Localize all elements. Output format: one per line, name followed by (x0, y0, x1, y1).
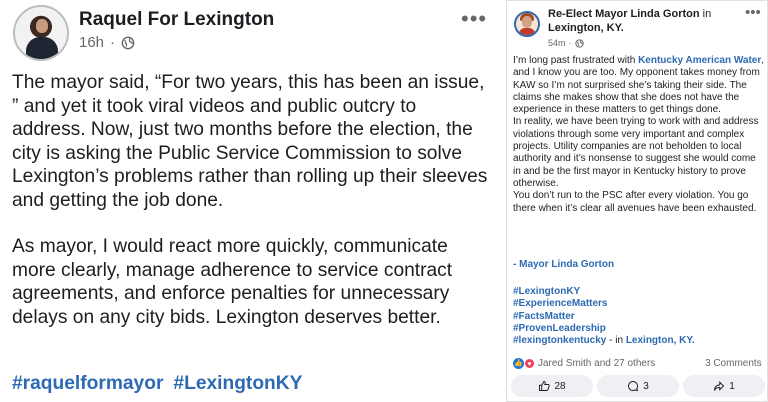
right-post: Re-Elect Mayor Linda Gorton in Lexington… (506, 0, 768, 402)
author-name[interactable]: Raquel For Lexington (79, 9, 274, 31)
hashtag-link[interactable]: #raquelformayor (12, 373, 163, 395)
reaction-summary[interactable]: 👍 ♥ Jared Smith and 27 others (513, 358, 655, 369)
post-paragraph: As mayor, I would react more quickly, co… (12, 236, 453, 328)
post-paragraph: The mayor said, “For two years, this has… (12, 72, 488, 211)
meta-separator: · (568, 38, 572, 48)
hashtag-link[interactable]: #ProvenLeadership (513, 323, 695, 335)
hashtag-link[interactable]: #ExperienceMatters (513, 298, 695, 310)
more-horizontal-icon[interactable]: ••• (461, 6, 487, 32)
share-button[interactable]: 1 (683, 375, 765, 397)
like-reaction-icon: 👍 (513, 358, 524, 369)
hashtag-row: #raquelformayor #LexingtonKY (12, 373, 302, 395)
post-header: Re-Elect Mayor Linda Gorton in Lexington… (548, 8, 748, 35)
avatar-body (519, 28, 535, 35)
like-button[interactable]: 28 (511, 375, 593, 397)
header-location[interactable]: Lexington, KY. (548, 22, 624, 34)
more-horizontal-icon[interactable]: ••• (745, 4, 761, 21)
globe-icon (121, 36, 135, 49)
avatar-body (26, 37, 58, 59)
hashtag-link[interactable]: #LexingtonKY (173, 373, 302, 395)
share-count: 1 (729, 380, 735, 392)
location-prefix: - in (606, 335, 626, 347)
post-body: The mayor said, “For two years, this has… (12, 71, 488, 352)
comment-count-link[interactable]: 3 Comments (705, 358, 762, 369)
hashtag-link[interactable]: #FactsMatter (513, 311, 695, 323)
post-meta: 16h · (79, 34, 135, 51)
in-word: in (702, 8, 712, 20)
comment-count: 3 (643, 380, 649, 392)
hashtag-list: #LexingtonKY #ExperienceMatters #FactsMa… (513, 286, 695, 347)
comment-icon (628, 381, 639, 392)
post-paragraph: In reality, we have been trying to work … (513, 116, 759, 189)
heart-reaction-icon: ♥ (524, 358, 535, 369)
text-span: I’m long past frustrated with (513, 55, 639, 66)
hashtag-link[interactable]: #LexingtonKY (513, 286, 695, 298)
action-bar: 28 3 1 (511, 375, 765, 397)
post-paragraph: You don’t run to the PSC after every vio… (513, 190, 757, 214)
mention-link[interactable]: Kentucky American Water (638, 55, 761, 66)
profile-avatar[interactable] (13, 5, 69, 61)
location-link[interactable]: Lexington, KY. (626, 335, 695, 346)
post-body: I’m long past frustrated with Kentucky A… (513, 55, 765, 215)
comment-button[interactable]: 3 (597, 375, 679, 397)
post-meta: 54m · (548, 38, 584, 48)
hashtag-line: #lexingtonkentucky - in Lexington, KY. (513, 335, 695, 347)
avatar-face (522, 16, 532, 28)
post-paragraph: I’m long past frustrated with Kentucky A… (513, 55, 765, 116)
meta-separator: · (110, 34, 116, 51)
reaction-text: Jared Smith and 27 others (538, 358, 656, 369)
post-time[interactable]: 16h (79, 34, 104, 51)
panel-divider (496, 0, 506, 402)
author-name[interactable]: Re-Elect Mayor Linda Gorton (548, 8, 700, 20)
post-time[interactable]: 54m (548, 38, 566, 48)
like-count: 28 (554, 380, 566, 392)
avatar-face (36, 19, 48, 33)
hashtag-link[interactable]: #lexingtonkentucky (513, 335, 606, 346)
share-icon (714, 381, 725, 391)
left-post: Raquel For Lexington 16h · ••• The mayor… (0, 0, 496, 402)
thumbs-up-icon (539, 381, 551, 391)
profile-avatar[interactable] (514, 11, 540, 37)
globe-icon (574, 38, 584, 48)
signature-link[interactable]: - Mayor Linda Gorton (513, 259, 614, 270)
